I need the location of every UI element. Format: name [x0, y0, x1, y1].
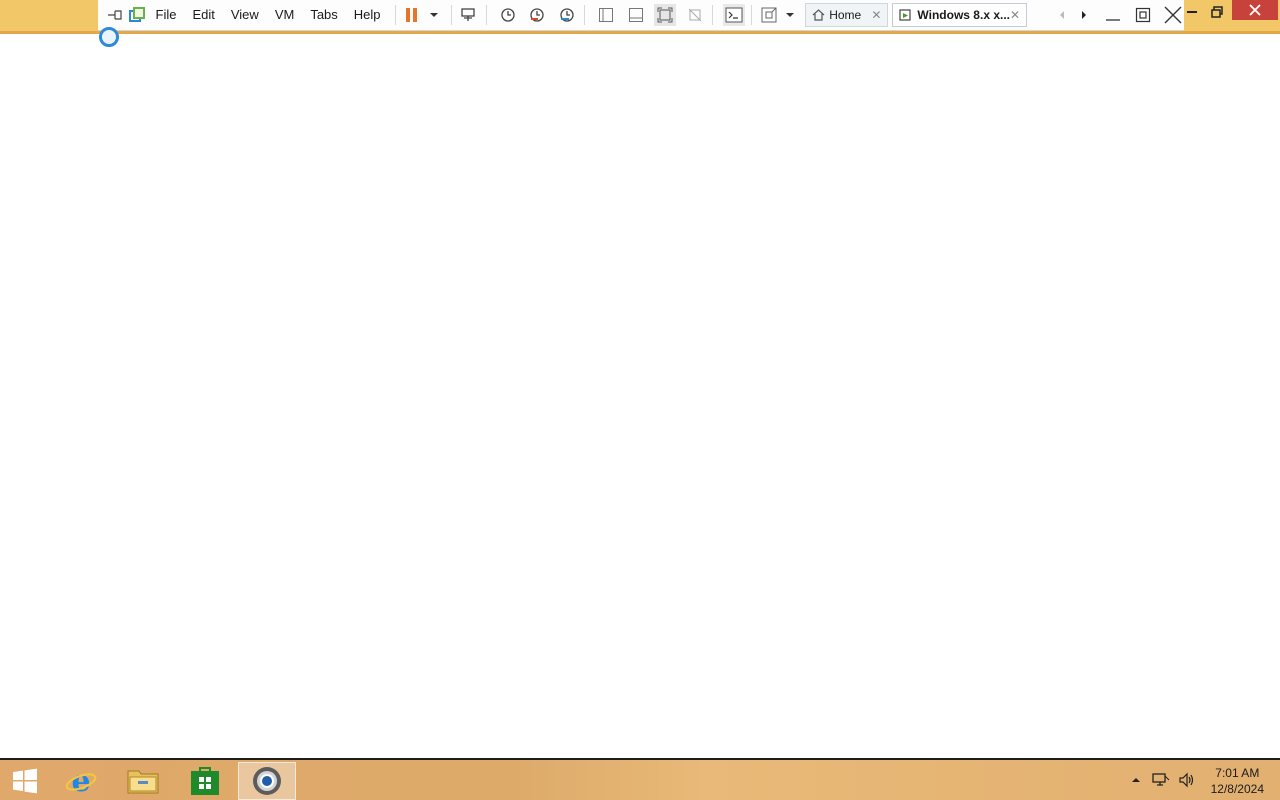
menu-view[interactable]: View: [223, 0, 267, 30]
pause-icon[interactable]: [402, 4, 424, 26]
thumbnail-bar-icon[interactable]: [625, 4, 647, 26]
close-vm-icon[interactable]: [1162, 4, 1184, 26]
window-minimize-button[interactable]: [1184, 0, 1200, 24]
busy-cursor-icon: [99, 27, 119, 47]
clock-date: 12/8/2024: [1210, 782, 1264, 796]
fullscreen-icon[interactable]: [654, 4, 677, 26]
start-icon: [11, 767, 39, 795]
scroll-tabs-right-icon[interactable]: [1073, 4, 1095, 26]
taskbar: e 7:01 AM 12/8/2024: [0, 758, 1280, 800]
minimize-icon[interactable]: [1103, 4, 1125, 26]
dropdown-icon[interactable]: [779, 4, 801, 26]
tab-home[interactable]: Home ✕: [805, 3, 889, 27]
menu-edit[interactable]: Edit: [184, 0, 222, 30]
taskbar-clock[interactable]: 7:01 AM 12/8/2024: [1211, 765, 1264, 797]
snapshot-manager-icon[interactable]: [556, 4, 578, 26]
tab-label: Home: [829, 8, 862, 22]
taskbar-internet-explorer[interactable]: e: [52, 762, 110, 800]
dropdown-icon[interactable]: [423, 4, 445, 26]
window-close-button[interactable]: [1232, 0, 1278, 20]
file-explorer-icon: [127, 767, 159, 795]
volume-icon[interactable]: [1176, 760, 1198, 800]
menu-file[interactable]: File: [148, 0, 185, 30]
taskbar-file-explorer[interactable]: [114, 762, 172, 800]
separator: [485, 5, 487, 25]
console-icon[interactable]: [722, 4, 745, 26]
vmware-icon[interactable]: [126, 4, 148, 26]
menu-vm[interactable]: VM: [267, 0, 303, 30]
separator: [394, 5, 396, 25]
home-icon: [812, 9, 825, 21]
pin-icon[interactable]: [104, 4, 126, 26]
close-icon[interactable]: ✕: [1010, 8, 1020, 22]
separator: [750, 5, 752, 25]
title-strip-shade: [0, 31, 1280, 34]
svg-text:e: e: [71, 765, 90, 797]
tab-vm[interactable]: Windows 8.x x... ✕: [892, 3, 1028, 27]
menu-help[interactable]: Help: [346, 0, 389, 30]
revert-snapshot-icon[interactable]: [526, 4, 548, 26]
chrome-icon: [251, 765, 283, 797]
snapshot-icon[interactable]: [497, 4, 519, 26]
store-icon: [190, 766, 220, 796]
restore-icon[interactable]: [1132, 4, 1154, 26]
internet-explorer-icon: e: [65, 765, 97, 797]
window-restore-button[interactable]: [1206, 0, 1228, 24]
stretch-icon[interactable]: [758, 4, 780, 26]
show-hidden-icons-button[interactable]: [1128, 760, 1144, 800]
network-icon[interactable]: [1150, 760, 1172, 800]
separator: [711, 5, 713, 25]
tab-label: Windows 8.x x...: [917, 8, 1010, 22]
taskbar-store[interactable]: [176, 762, 234, 800]
start-button[interactable]: [0, 762, 50, 800]
separator: [583, 5, 585, 25]
separator: [451, 5, 452, 25]
taskbar-chrome[interactable]: [238, 762, 296, 800]
scroll-tabs-left-icon[interactable]: [1051, 4, 1073, 26]
unity-icon[interactable]: [684, 4, 706, 26]
vm-icon: [899, 8, 912, 22]
clock-time: 7:01 AM: [1215, 766, 1260, 780]
menu-tabs[interactable]: Tabs: [302, 0, 345, 30]
vmware-toolbar: File Edit View VM Tabs Help Home ✕ Windo…: [98, 0, 1184, 31]
close-icon[interactable]: ✕: [871, 8, 881, 22]
sidebar-icon[interactable]: [595, 4, 617, 26]
send-ctrl-alt-del-icon[interactable]: [458, 4, 480, 26]
